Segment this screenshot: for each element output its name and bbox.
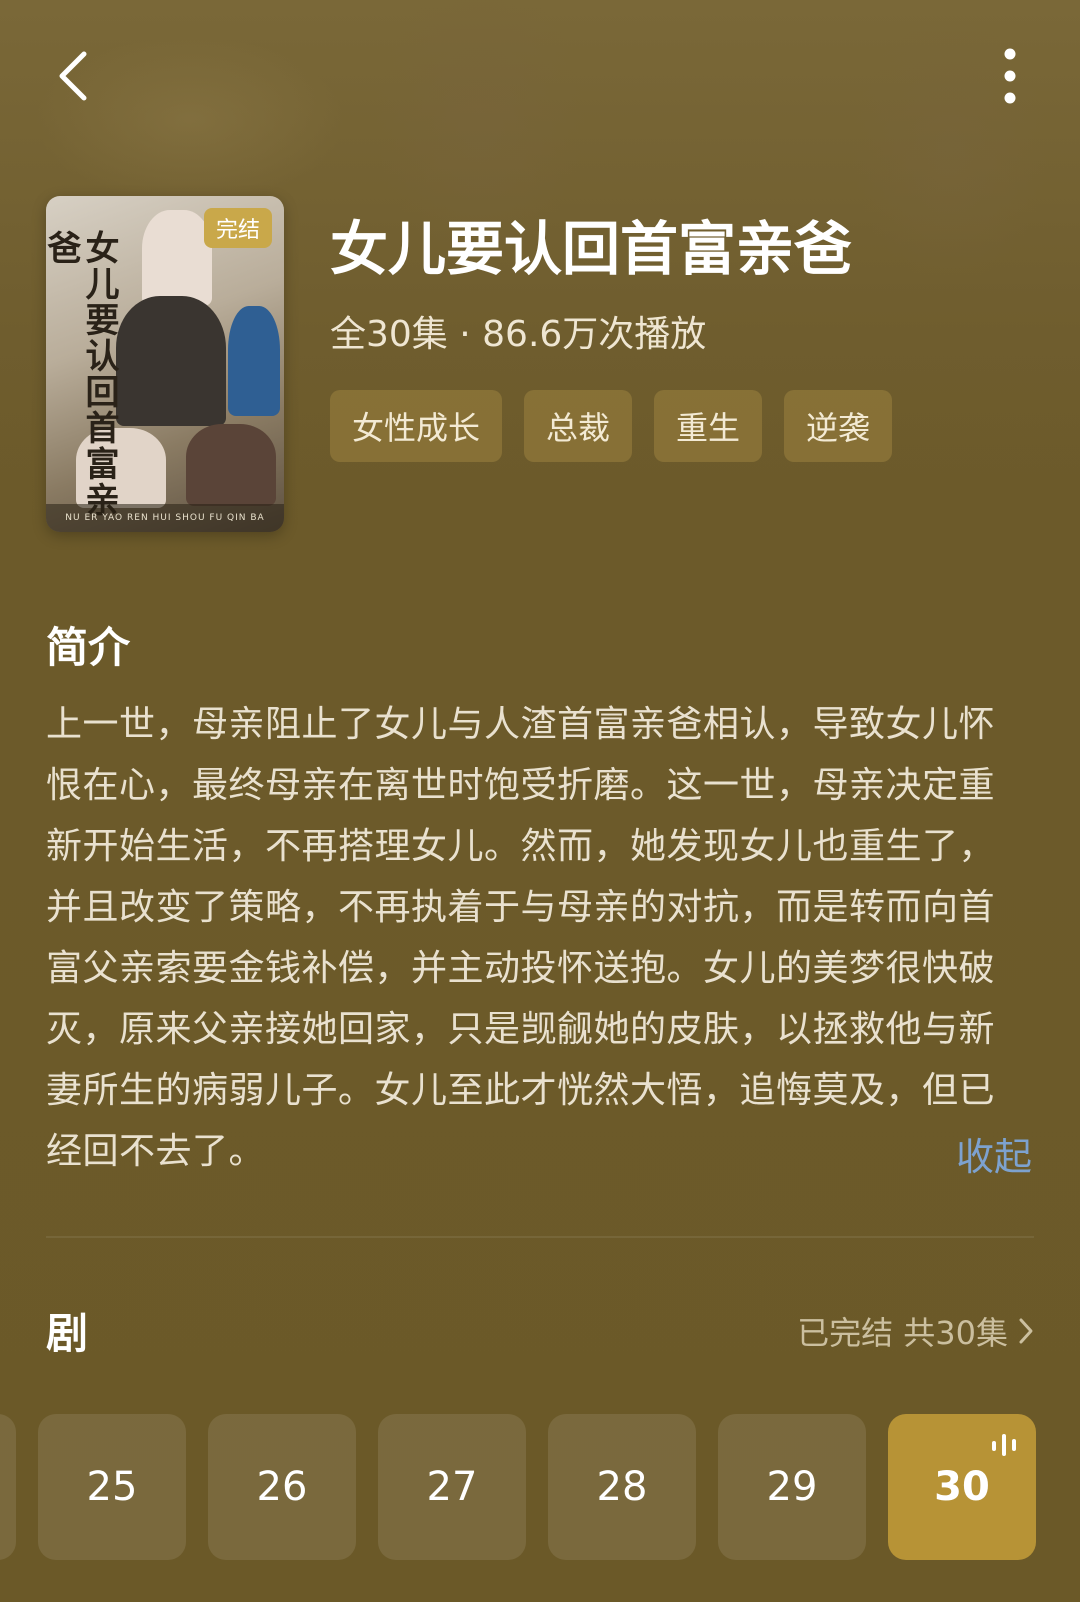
poster-title: 女儿要认回首富亲爸	[46, 230, 119, 518]
episode-item[interactable]: 29	[718, 1414, 866, 1560]
poster-figure	[142, 210, 212, 306]
chevron-right-icon	[1019, 1318, 1033, 1344]
episode-item-partial[interactable]	[0, 1414, 16, 1560]
back-button[interactable]	[44, 46, 104, 106]
tag-chip[interactable]: 女性成长	[330, 390, 503, 462]
poster-figure	[116, 296, 226, 426]
collapse-link[interactable]: 收起	[956, 1126, 1032, 1181]
playing-bars-icon	[992, 1434, 1016, 1456]
episode-item[interactable]: 25	[38, 1414, 186, 1560]
chevron-left-icon	[59, 51, 87, 101]
episode-item-current[interactable]: 30	[888, 1414, 1036, 1560]
drama-title: 女儿要认回首富亲爸	[330, 215, 853, 283]
more-button[interactable]	[980, 46, 1040, 106]
poster-subtitle: NU ER YAO REN HUI SHOU FU QIN BA	[46, 504, 284, 532]
poster-figure	[228, 306, 280, 416]
more-vertical-icon	[1004, 48, 1016, 104]
episode-item[interactable]: 26	[208, 1414, 356, 1560]
synopsis-heading: 简介	[46, 623, 131, 672]
episode-item[interactable]: 28	[548, 1414, 696, 1560]
drama-meta: 全30集 · 86.6万次播放	[330, 314, 707, 355]
tag-chip[interactable]: 重生	[654, 390, 763, 462]
episode-item[interactable]: 27	[378, 1414, 526, 1560]
tag-chip[interactable]: 逆袭	[784, 390, 893, 462]
episodes-heading: 剧	[46, 1309, 89, 1358]
synopsis-text: 上一世，母亲阻止了女儿与人渣首富亲爸相认，导致女儿怀恨在心，最终母亲在离世时饱受…	[46, 704, 996, 1172]
episodes-status-link[interactable]: 已完结 共30集	[797, 1308, 1034, 1354]
tag-list: 女性成长 总裁 重生 逆袭	[330, 390, 893, 462]
divider	[46, 1236, 1034, 1238]
tag-chip[interactable]: 总裁	[524, 390, 633, 462]
drama-detail-screen: 女儿要认回首富亲爸 完结 NU ER YAO REN HUI SHOU FU Q…	[0, 0, 1080, 1602]
status-badge: 完结	[203, 208, 272, 248]
drama-poster[interactable]: 女儿要认回首富亲爸 完结 NU ER YAO REN HUI SHOU FU Q…	[46, 196, 284, 532]
poster-figure	[186, 424, 276, 506]
episodes-status: 已完结 共30集	[797, 1314, 1008, 1352]
episode-number: 30	[934, 1464, 990, 1510]
episode-list: 25 26 27 28 29 30	[0, 1414, 1080, 1560]
